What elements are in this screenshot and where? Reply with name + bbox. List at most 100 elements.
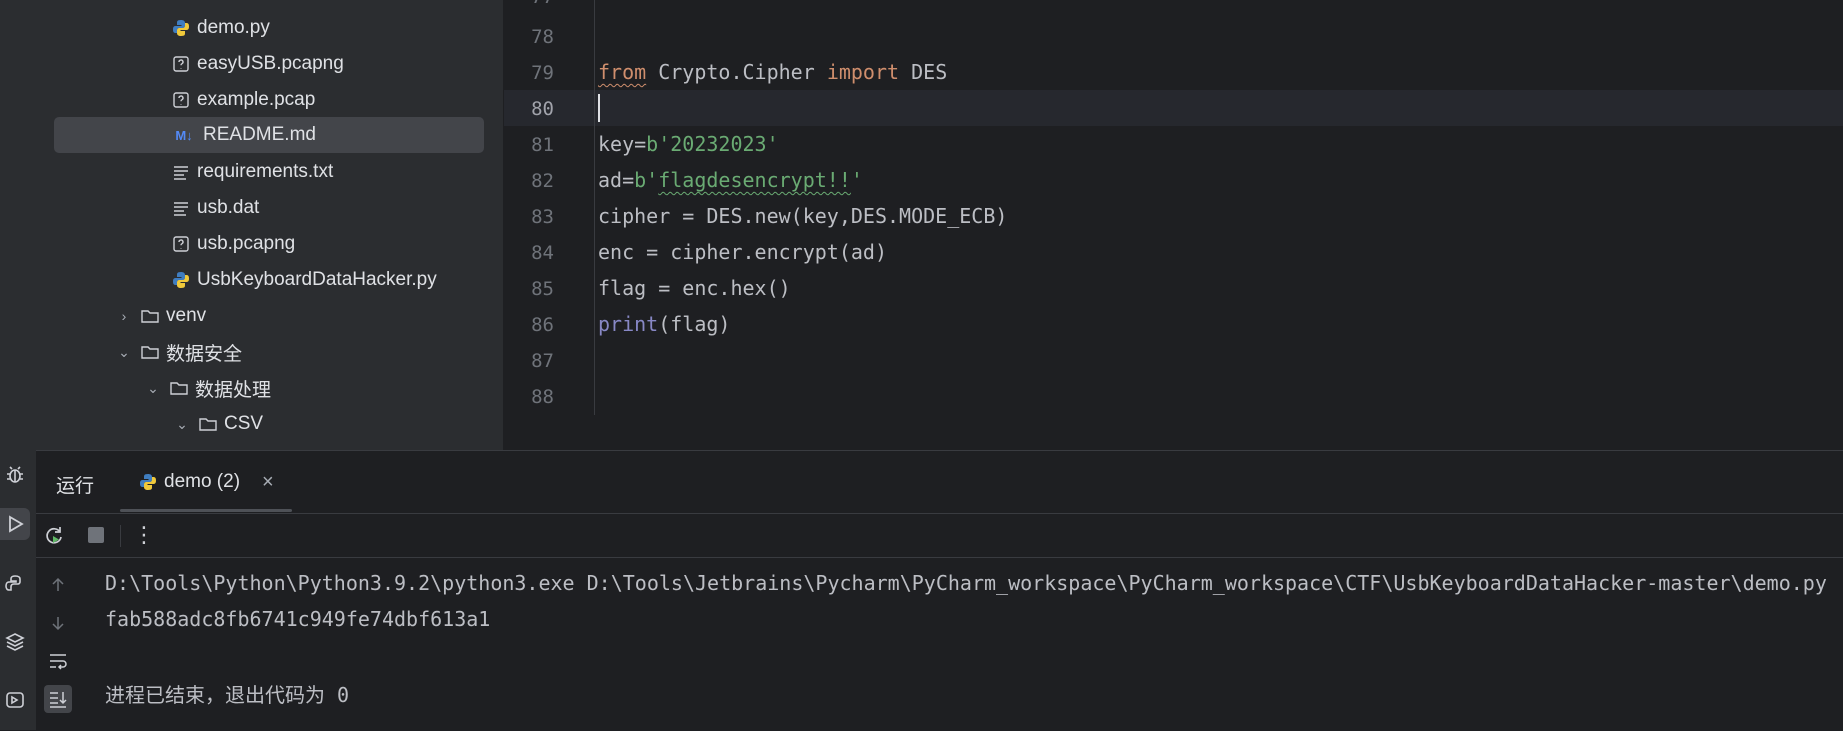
- markdown-file-icon: M↓: [175, 127, 193, 143]
- folder-icon: [140, 342, 160, 362]
- line-number: 83: [531, 206, 554, 228]
- tree-item-csv[interactable]: ⌄ CSV: [172, 406, 503, 442]
- python-console-icon[interactable]: [0, 568, 30, 600]
- keyword-from: from: [598, 60, 647, 84]
- stop-icon[interactable]: [84, 523, 108, 547]
- more-options-icon[interactable]: ⋮: [132, 522, 156, 547]
- code-args: (flag): [658, 312, 731, 336]
- line-number: 88: [531, 386, 554, 408]
- console-output-line: D:\Tools\Python\Python3.9.2\python3.exe …: [105, 571, 1827, 595]
- code-ident: ad=: [598, 168, 635, 192]
- soft-wrap-icon[interactable]: [44, 647, 72, 675]
- console-output-line: fab588adc8fb6741c949fe74dbf613a1: [105, 607, 491, 631]
- code-string: b'20232023': [646, 132, 779, 156]
- line-number: 82: [531, 170, 554, 192]
- code-line-86: print(flag): [598, 306, 730, 342]
- arrow-up-icon[interactable]: [44, 571, 72, 599]
- tree-item-usb-dat[interactable]: usb.dat: [171, 190, 503, 226]
- tree-item-label: 数据安全: [166, 343, 243, 365]
- tree-item-label: demo.py: [197, 17, 270, 38]
- scroll-to-end-icon[interactable]: [44, 685, 72, 713]
- keyword-import: import: [826, 60, 900, 84]
- toolbar-divider: [120, 525, 121, 547]
- rerun-icon[interactable]: [42, 523, 66, 547]
- arrow-down-icon[interactable]: [44, 609, 72, 637]
- code-line-79: from Crypto.Cipher import DES: [598, 54, 947, 90]
- project-tree: demo.py easyUSB.pcapng example.pcap M↓ R…: [36, 0, 504, 450]
- tree-item-label: usb.dat: [197, 197, 260, 218]
- tree-item-readme-md[interactable]: M↓ README.md: [54, 117, 484, 153]
- tree-item-easyusb-pcapng[interactable]: easyUSB.pcapng: [171, 46, 503, 82]
- code-ident: key=: [598, 132, 647, 156]
- text-file-icon: [171, 198, 191, 218]
- run-tab-bar: 运行 demo (2) ×: [36, 451, 1843, 514]
- run-toolbar: ⋮: [36, 513, 1843, 558]
- code-line-81: key=b'20232023': [598, 126, 779, 162]
- text-file-icon: [171, 162, 191, 182]
- code-module: Crypto.Cipher: [658, 60, 815, 84]
- line-number-gutter: 77 78 79 80 81 82 83 84 85 86 87 88: [504, 0, 595, 415]
- line-number: 87: [531, 350, 554, 372]
- code-line-84: enc = cipher.encrypt(ad): [598, 240, 887, 264]
- line-number-current: 80: [531, 98, 554, 120]
- code-builtin: print: [598, 312, 659, 336]
- tree-item-usb-pcapng[interactable]: usb.pcapng: [171, 226, 503, 262]
- close-icon[interactable]: ×: [262, 471, 274, 494]
- tree-item-label: usb.pcapng: [197, 233, 296, 254]
- unknown-file-icon: [171, 90, 191, 110]
- tree-item-usbkeyboarddatahacker-py[interactable]: UsbKeyboardDataHacker.py: [171, 262, 503, 298]
- folder-icon: [169, 378, 189, 398]
- unknown-file-icon: [171, 234, 191, 254]
- tree-item-label: easyUSB.pcapng: [197, 53, 344, 74]
- line-number: 78: [531, 26, 554, 48]
- chevron-down-icon[interactable]: ⌄: [172, 416, 192, 433]
- run-panel-title: 运行: [56, 476, 95, 497]
- tree-item-data-processing[interactable]: ⌄ 数据处理: [143, 370, 503, 406]
- line-number: 79: [531, 62, 554, 84]
- tree-item-label: README.md: [203, 124, 316, 145]
- tree-item-venv[interactable]: › venv: [114, 298, 503, 334]
- python-file-icon: [171, 270, 191, 290]
- services-layers-icon[interactable]: [0, 626, 30, 658]
- code-line-83: cipher = DES.new(key,DES.MODE_ECB): [598, 204, 1008, 228]
- line-number: 77: [504, 0, 554, 8]
- chevron-down-icon[interactable]: ⌄: [143, 380, 163, 397]
- tree-item-data-security[interactable]: ⌄ 数据安全: [114, 334, 503, 370]
- line-number: 81: [531, 134, 554, 156]
- code-line-82: ad=b'flagdesencrypt!!': [598, 162, 863, 198]
- chevron-right-icon[interactable]: ›: [114, 308, 134, 324]
- tab-demo-2[interactable]: demo (2) ×: [122, 457, 318, 507]
- tree-item-label: example.pcap: [197, 89, 316, 110]
- tree-item-label: CSV: [224, 413, 264, 434]
- line-number: 85: [531, 278, 554, 300]
- tree-item-example-pcap[interactable]: example.pcap: [171, 82, 503, 118]
- tree-item-label: UsbKeyboardDataHacker.py: [197, 269, 437, 290]
- current-line-highlight: [504, 90, 1843, 126]
- folder-icon: [140, 306, 160, 326]
- active-tab-indicator: [120, 509, 292, 512]
- line-number: 86: [531, 314, 554, 336]
- terminal-run-icon[interactable]: [0, 684, 30, 716]
- python-file-icon: [138, 472, 158, 492]
- text-caret: [598, 94, 600, 122]
- code-string: b'flagdesencrypt!!': [634, 168, 863, 192]
- tree-item-demo-py[interactable]: demo.py: [171, 10, 503, 46]
- run-icon[interactable]: [0, 508, 30, 540]
- tree-item-requirements-txt[interactable]: requirements.txt: [171, 154, 503, 190]
- python-file-icon: [171, 18, 191, 38]
- run-tool-window: 运行 demo (2) × ⋮ D:\Tools\Python\Python3.…: [36, 450, 1843, 731]
- tab-label: demo (2): [164, 471, 241, 492]
- tool-window-strip: [0, 0, 37, 730]
- console-output-line: 进程已结束，退出代码为 0: [105, 683, 350, 707]
- console-side-actions: [36, 557, 80, 731]
- debug-icon[interactable]: [0, 458, 30, 490]
- code-editor[interactable]: 77 78 79 80 81 82 83 84 85 86 87 88 from…: [504, 0, 1843, 415]
- tree-item-label: 数据处理: [195, 379, 272, 401]
- code-symbol: DES: [911, 60, 948, 84]
- unknown-file-icon: [171, 54, 191, 74]
- chevron-down-icon[interactable]: ⌄: [114, 344, 134, 361]
- line-number: 84: [531, 242, 554, 264]
- tree-item-label: requirements.txt: [197, 161, 334, 182]
- tree-item-label: venv: [166, 305, 207, 326]
- folder-icon: [198, 414, 218, 434]
